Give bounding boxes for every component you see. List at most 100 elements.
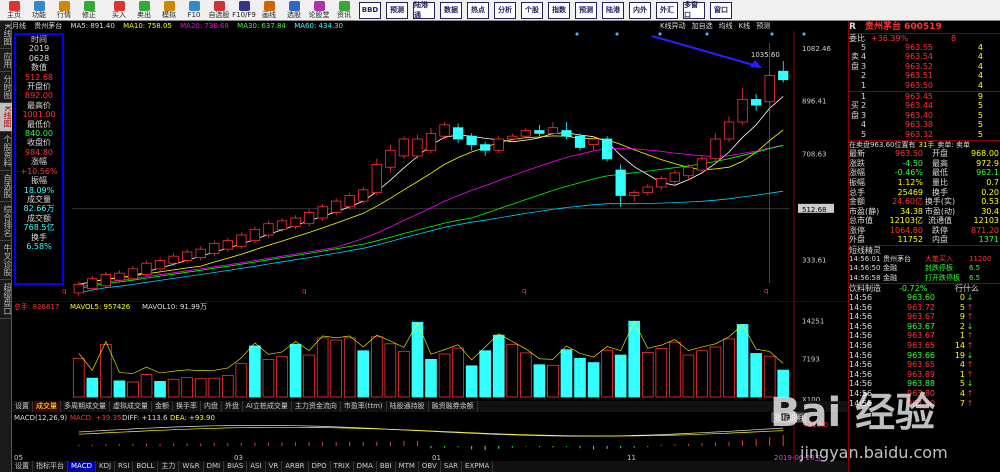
indicator-tab-1[interactable]: 指标平台 [33, 461, 68, 472]
volume-bar [303, 354, 315, 398]
indicator-tab-7[interactable]: W&R [179, 461, 204, 472]
volume-subtab-9[interactable]: 主力资金流向 [292, 401, 341, 412]
volume-subtab-0[interactable]: 设置 [12, 401, 33, 412]
toolbar-button-7[interactable]: F10 [182, 0, 206, 20]
left-tab-0[interactable]: K线图 [0, 21, 12, 50]
indicator-tab-20[interactable]: EXPMA [462, 461, 494, 472]
indicator-tab-12[interactable]: ARBR [282, 461, 309, 472]
left-tab-8[interactable]: 超级盘口 [0, 280, 12, 319]
volume-subtab-1[interactable]: 成交量 [33, 401, 61, 412]
toolbar-button-1[interactable]: 功能 [27, 0, 51, 20]
volume-subtab-7[interactable]: 外盘 [222, 401, 243, 412]
indicator-tab-16[interactable]: BBI [377, 461, 396, 472]
toolbar-button-0[interactable]: 主页 [2, 0, 26, 20]
toolbar-button-13[interactable]: 资讯 [332, 0, 356, 20]
left-tab-6[interactable]: 综合排名 [0, 202, 12, 241]
toolbar-button-10[interactable]: 画线 [257, 0, 281, 20]
toolbar-box-4[interactable]: 热点 [467, 1, 489, 19]
toolbar-box-5[interactable]: 分析 [494, 1, 516, 19]
tick-time: 14:56 [849, 379, 873, 389]
volume-subtab-11[interactable]: 陆股通持股 [387, 401, 429, 412]
toolbar-button-11[interactable]: 选股 [282, 0, 306, 20]
left-tab-7[interactable]: 牛叉诊股 [0, 241, 12, 280]
stat-label: 最高 [932, 158, 948, 168]
volume-subtab-6[interactable]: 内盘 [201, 401, 222, 412]
toolbar-box-3[interactable]: 数据 [440, 1, 462, 19]
toolbar-box-12[interactable]: 多窗口 [683, 1, 705, 19]
volume-subtab-8[interactable]: AI立桩成交量 [243, 401, 292, 412]
buy-order-level: 4 [861, 120, 867, 130]
candlestick-chart[interactable]: 1082.46 896.41 708.63 512.68 333.61 1035.60 q q… [12, 31, 848, 301]
stat-label: 最低 [932, 168, 948, 178]
volume-subtab-10[interactable]: 市盈率(ttm) [341, 401, 387, 412]
indicator-tab-9[interactable]: BIAS [224, 461, 248, 472]
left-tab-3[interactable]: K线图 [0, 103, 12, 132]
indicator-tab-6[interactable]: 主力 [158, 461, 180, 472]
indicator-tab-5[interactable]: BOLL [133, 461, 159, 472]
indicator-tab-13[interactable]: DPO [309, 461, 331, 472]
macd-chart[interactable]: MACD(12,26,9) MACD: +39.35 DIFF: +113.6 DEA… [12, 412, 848, 461]
volume-subtab-12[interactable]: 融资融券余额 [429, 401, 478, 412]
news-value: 6.5 [969, 273, 981, 282]
toolbar-box-11[interactable]: 外汇 [656, 1, 678, 19]
toolbar-button-6[interactable]: 模拟 [157, 0, 181, 20]
left-tab-5[interactable]: 自选股 [0, 171, 12, 202]
volume-subtab-4[interactable]: 金额 [152, 401, 173, 412]
volume-chart[interactable]: 总手: 826617 MAVOL5: 957426 MAVOL10: 91.99万 1… [12, 301, 848, 401]
toolbar-box-0[interactable]: BBD [359, 1, 381, 19]
header-tab-0[interactable]: K线异动 [660, 22, 686, 30]
volume-subtab-2[interactable]: 多周期成交量 [61, 401, 110, 412]
volume-subtab-3[interactable]: 虚拟成交量 [110, 401, 152, 412]
toolbar-box-2[interactable]: 陆港通 [413, 1, 435, 19]
indicator-tab-14[interactable]: TRIX [331, 461, 354, 472]
indicator-tab-3[interactable]: KDJ [96, 461, 116, 472]
header-tab-2[interactable]: 均线 [719, 22, 733, 30]
volume-bar [614, 354, 627, 398]
volume-bar [140, 374, 153, 398]
toolbar-button-8[interactable]: 自选股 [207, 0, 231, 20]
indicator-tab-17[interactable]: MTM [396, 461, 419, 472]
toolbar-box-8[interactable]: 预测 [575, 1, 597, 19]
toolbar-button-4[interactable]: 买入 [107, 0, 131, 20]
toolbar-box-6[interactable]: 个股 [521, 1, 543, 19]
indicator-tab-4[interactable]: RSI [115, 461, 134, 472]
toolbar-button-3[interactable]: 修正 [77, 0, 101, 20]
macd-value-label: MACD: +39.35 [70, 414, 121, 422]
toolbar-box-1[interactable]: 预测 [386, 1, 408, 19]
indicator-tab-11[interactable]: VR [266, 461, 283, 472]
date-label: 11 [627, 454, 636, 461]
code-prefix: R [849, 22, 856, 32]
toolbar-button-5[interactable]: 卖出 [132, 0, 156, 20]
toolbar-box-9[interactable]: 陆港 [602, 1, 624, 19]
candle-body [669, 172, 680, 182]
indicator-tab-8[interactable]: DMI [204, 461, 225, 472]
high-value: 1001.00 [22, 110, 56, 120]
toolbar-box-7[interactable]: 指数 [548, 1, 570, 19]
volume-bar [127, 381, 139, 398]
header-tab-3[interactable]: K线 [739, 22, 751, 30]
toolbar-button-12[interactable]: 论股堂 [307, 0, 331, 20]
header-tab-4[interactable]: 预测 [756, 22, 770, 30]
volume-subtab-5[interactable]: 换手率 [173, 401, 201, 412]
left-tab-1[interactable]: 应用 [0, 49, 12, 73]
indicator-tab-15[interactable]: DMA [354, 461, 377, 472]
header-tab-1[interactable]: 加自选 [692, 22, 713, 30]
stat-label: 市盈(动) [924, 206, 956, 216]
toolbar-box-13[interactable]: 窗口 [710, 1, 732, 19]
volume-bar [547, 364, 559, 398]
indicator-tab-0[interactable]: 设置 [12, 461, 33, 472]
indicator-tab-18[interactable]: OBV [419, 461, 441, 472]
left-tab-2[interactable]: 分时图 [0, 72, 12, 104]
buy-order-qty: 5 [977, 101, 983, 111]
stat-row: 总手 25469 换手 0.20 [849, 188, 1000, 198]
indicator-tab-2[interactable]: MACD [68, 461, 96, 472]
toolbar-button-2[interactable]: 行情 [52, 0, 76, 20]
left-tab-4[interactable]: 个股资料 [0, 132, 12, 171]
toolbar-button-label: 资讯 [337, 11, 351, 19]
toolbar-button-9[interactable]: F10/F9 [232, 0, 256, 20]
indicator-tab-19[interactable]: SAR [441, 461, 463, 472]
period-label[interactable]: 月线 [12, 22, 26, 30]
toolbar-box-10[interactable]: 内外 [629, 1, 651, 19]
indicator-tab-10[interactable]: ASI [247, 461, 266, 472]
volume-bar [330, 339, 342, 398]
